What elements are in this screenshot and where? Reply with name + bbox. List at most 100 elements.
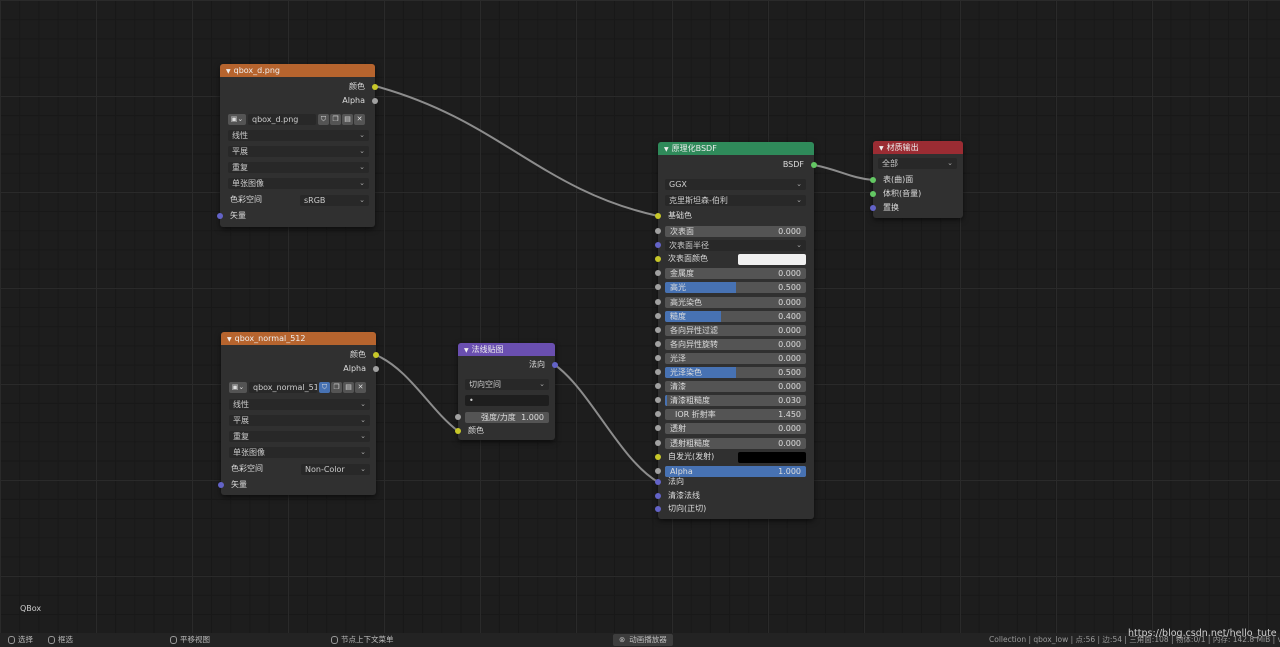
input-socket[interactable] — [655, 354, 661, 361]
image-name-field[interactable]: qbox_normal_512 — [249, 382, 317, 393]
image-selector[interactable]: ▣⌄ qbox_d.png ⛉ ❐ ▤ ✕ — [228, 114, 368, 126]
input-socket-vector[interactable] — [218, 482, 224, 488]
uv-map-field[interactable]: • — [465, 395, 549, 406]
input-socket[interactable] — [655, 383, 661, 390]
input-socket[interactable] — [655, 256, 661, 263]
color-swatch[interactable] — [738, 451, 806, 463]
node-header[interactable]: ▼ qbox_normal_512 — [221, 332, 376, 345]
interpolation-dropdown[interactable]: 线性 ⌄ — [228, 130, 369, 141]
input-slider[interactable]: 高光 0.500 — [665, 282, 806, 294]
input-socket[interactable] — [655, 228, 661, 234]
input-socket-color[interactable] — [455, 428, 461, 434]
input-slider[interactable]: 透射 0.000 — [665, 423, 806, 435]
image-texture-node-1[interactable]: ▼ qbox_d.png 颜色 Alpha ▣⌄ qbox_d.png ⛉ ❐ ▤… — [217, 64, 378, 227]
input-slider[interactable]: 糙度 0.400 — [665, 310, 806, 322]
source-dropdown[interactable]: 单张图像 ⌄ — [229, 447, 370, 458]
input-socket[interactable] — [655, 270, 661, 277]
input-socket[interactable] — [655, 242, 661, 249]
input-socket-vector[interactable] — [655, 506, 661, 512]
input-socket-vector[interactable] — [655, 479, 661, 485]
collapse-arrow-icon[interactable]: ▼ — [226, 68, 231, 75]
close-icon[interactable]: ✕ — [354, 114, 365, 125]
input-socket-vector[interactable] — [655, 492, 661, 499]
input-socket[interactable] — [655, 411, 661, 418]
input-slider[interactable]: 清漆粗糙度 0.030 — [665, 395, 806, 407]
input-slider[interactable]: 光泽 0.000 — [665, 352, 806, 364]
input-slider[interactable]: 各向异性过滤 0.000 — [665, 324, 806, 336]
target-dropdown[interactable]: 全部 ⌄ — [878, 158, 957, 169]
output-socket-alpha[interactable] — [373, 366, 379, 372]
duplicate-icon[interactable]: ❐ — [331, 382, 342, 393]
fake-user-shield-icon[interactable]: ⛉ — [318, 114, 329, 125]
input-slider[interactable]: IOR 折射率 1.450 — [665, 409, 806, 421]
input-slider[interactable]: 透射粗糙度 0.000 — [665, 437, 806, 449]
interpolation-dropdown[interactable]: 线性 ⌄ — [229, 399, 370, 410]
projection-dropdown[interactable]: 平展 ⌄ — [228, 146, 369, 157]
subsurface-radius-dropdown[interactable]: 次表面半径 ⌄ — [665, 240, 806, 252]
open-folder-icon[interactable]: ▤ — [342, 114, 353, 125]
node-header[interactable]: ▼ 材质输出 — [873, 141, 963, 154]
input-socket[interactable] — [655, 340, 661, 347]
input-socket[interactable] — [655, 453, 661, 460]
image-texture-node-2[interactable]: ▼ qbox_normal_512 颜色 Alpha ▣⌄ qbox_normal… — [218, 332, 379, 495]
distribution-dropdown[interactable]: GGX ⌄ — [665, 179, 806, 190]
input-socket[interactable] — [655, 369, 661, 375]
input-socket-strength[interactable] — [455, 414, 461, 420]
colorspace-dropdown[interactable]: sRGB ⌄ — [300, 195, 369, 206]
fake-user-shield-icon[interactable]: ⛉ — [319, 382, 330, 393]
input-socket[interactable] — [655, 439, 661, 446]
collapse-arrow-icon[interactable]: ▼ — [879, 145, 884, 152]
slider-label: 清漆 — [670, 382, 686, 392]
input-socket[interactable] — [655, 467, 661, 474]
node-header[interactable]: ▼ 原理化BSDF — [658, 142, 814, 155]
input-slider[interactable]: 高光染色 0.000 — [665, 296, 806, 308]
color-swatch[interactable] — [738, 254, 806, 266]
output-socket-normal[interactable] — [552, 362, 558, 368]
normal-map-node[interactable]: ▼ 法线贴图 法向 切向空间 ⌄ • 强度/力度 1.000 颜色 — [455, 343, 558, 440]
image-name-field[interactable]: qbox_d.png — [248, 114, 316, 125]
duplicate-icon[interactable]: ❐ — [330, 114, 341, 125]
input-slider[interactable]: 各向异性旋转 0.000 — [665, 338, 806, 350]
input-socket-surface[interactable] — [870, 177, 876, 183]
principled-bsdf-node[interactable]: ▼ 原理化BSDF BSDF GGX ⌄ 克里斯坦森-伯利 ⌄ 基础色 次表面 0.00… — [655, 142, 817, 519]
input-slider[interactable]: 清漆 0.000 — [665, 381, 806, 393]
input-slider[interactable]: 金属度 0.000 — [665, 268, 806, 280]
close-icon[interactable]: ✕ — [355, 382, 366, 393]
output-socket-color[interactable] — [373, 352, 379, 358]
input-socket[interactable] — [655, 425, 661, 432]
output-socket-alpha[interactable] — [372, 98, 378, 104]
input-socket[interactable] — [655, 298, 661, 305]
input-socket-displacement[interactable] — [870, 205, 876, 211]
source-dropdown[interactable]: 单张图像 ⌄ — [228, 178, 369, 189]
extension-dropdown[interactable]: 重复 ⌄ — [228, 162, 369, 173]
node-header[interactable]: ▼ qbox_d.png — [220, 64, 375, 77]
input-slider[interactable]: 次表面 0.000 — [665, 226, 806, 237]
anim-player-button[interactable]: ⊗ 动画播放器 — [613, 634, 673, 646]
strength-slider[interactable]: 强度/力度 1.000 — [465, 412, 549, 423]
node-header[interactable]: ▼ 法线贴图 — [458, 343, 555, 356]
open-folder-icon[interactable]: ▤ — [343, 382, 354, 393]
input-socket[interactable] — [655, 284, 661, 291]
collapse-arrow-icon[interactable]: ▼ — [227, 336, 232, 343]
collapse-arrow-icon[interactable]: ▼ — [464, 347, 469, 354]
extension-dropdown[interactable]: 重复 ⌄ — [229, 431, 370, 442]
collapse-arrow-icon[interactable]: ▼ — [664, 146, 669, 153]
slider-label: 各向异性旋转 — [670, 339, 718, 349]
input-socket-volume[interactable] — [870, 191, 876, 197]
material-output-node[interactable]: ▼ 材质输出 全部 ⌄ 表(曲)面 体积(音量) 置换 — [870, 141, 963, 218]
image-selector[interactable]: ▣⌄ qbox_normal_512 ⛉ ❐ ▤ ✕ — [229, 382, 369, 394]
projection-dropdown[interactable]: 平展 ⌄ — [229, 415, 370, 426]
image-browse-icon[interactable]: ▣⌄ — [228, 114, 246, 125]
input-socket[interactable] — [655, 397, 661, 404]
input-socket-base-color[interactable] — [655, 213, 661, 219]
output-socket-bsdf[interactable] — [811, 162, 817, 168]
space-dropdown[interactable]: 切向空间 ⌄ — [465, 379, 549, 390]
input-socket[interactable] — [655, 326, 661, 333]
image-browse-icon[interactable]: ▣⌄ — [229, 382, 247, 393]
colorspace-dropdown[interactable]: Non-Color ⌄ — [301, 464, 370, 475]
input-socket[interactable] — [655, 312, 661, 319]
output-socket-color[interactable] — [372, 84, 378, 90]
input-slider[interactable]: 光泽染色 0.500 — [665, 367, 806, 378]
subsurface-method-dropdown[interactable]: 克里斯坦森-伯利 ⌄ — [665, 195, 806, 206]
input-socket-vector[interactable] — [217, 213, 223, 219]
